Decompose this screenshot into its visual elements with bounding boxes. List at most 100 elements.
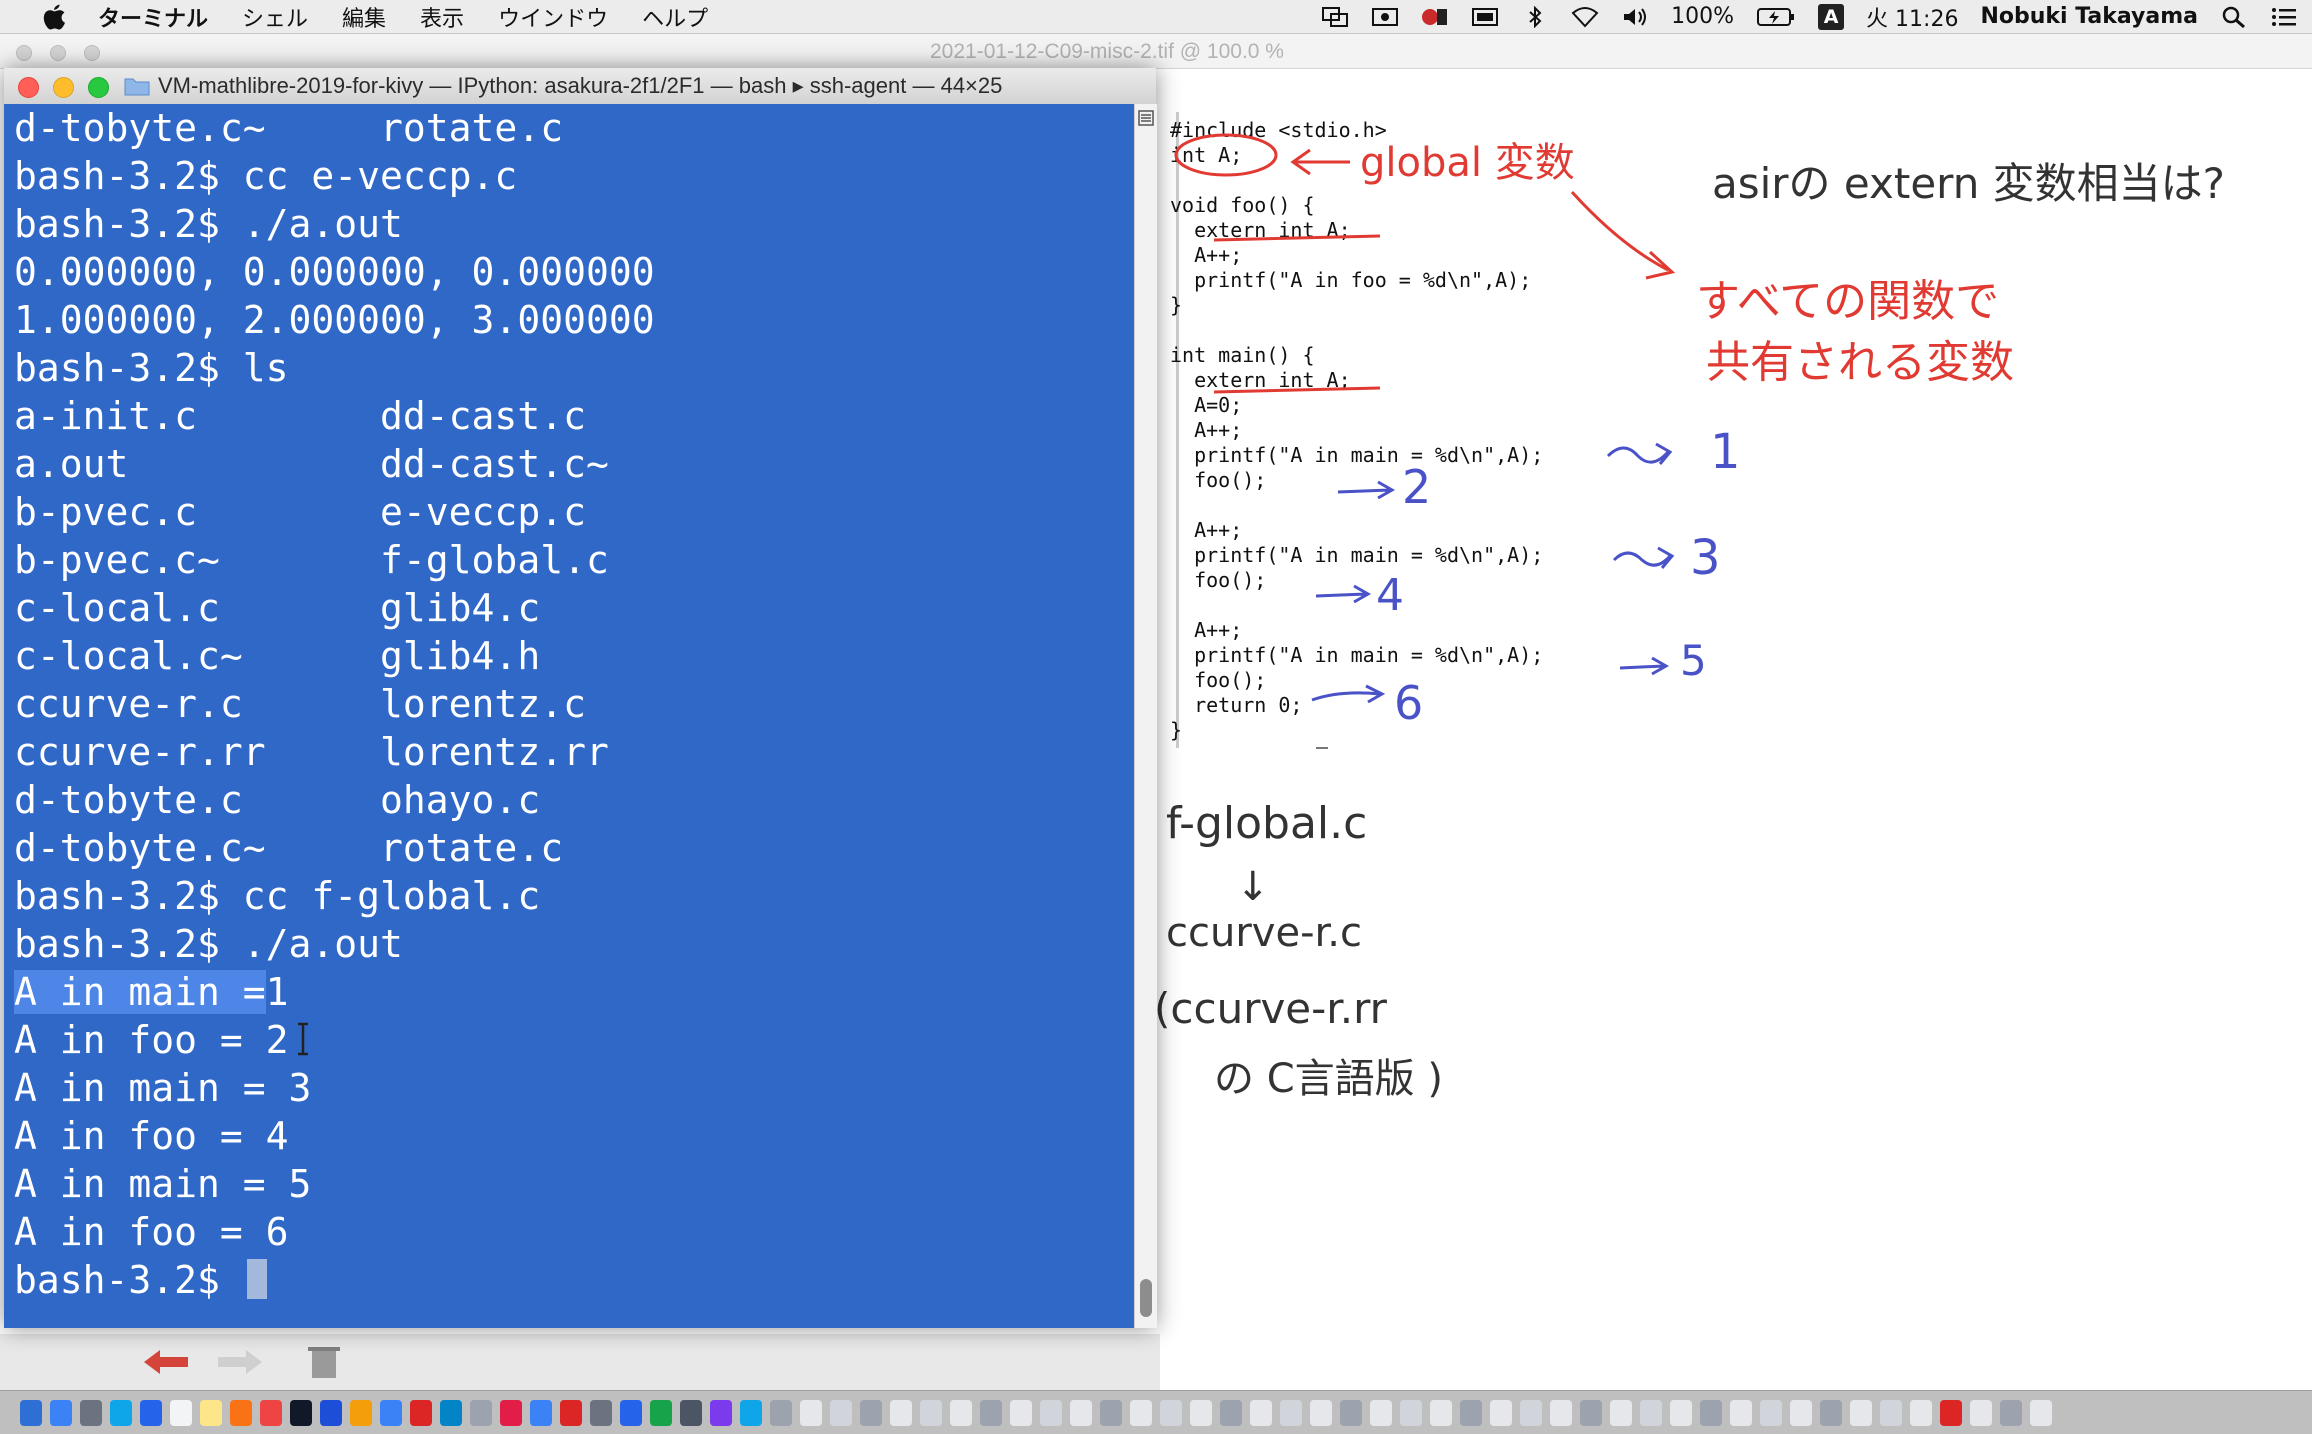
document-icon[interactable] bbox=[800, 1399, 822, 1426]
volume-icon[interactable] bbox=[1621, 6, 1649, 28]
close-button[interactable] bbox=[18, 77, 39, 98]
document-icon[interactable] bbox=[1940, 1399, 1962, 1426]
terminal-output[interactable]: d-tobyte.c~ rotate.c bash-3.2$ cc e-vecc… bbox=[4, 104, 1134, 1328]
app-status-icon[interactable] bbox=[1421, 6, 1449, 28]
document-icon[interactable] bbox=[1550, 1399, 1572, 1426]
document-icon[interactable] bbox=[1910, 1399, 1932, 1426]
document-icon[interactable] bbox=[1490, 1399, 1512, 1426]
document-icon[interactable] bbox=[1220, 1399, 1242, 1426]
photos-icon[interactable] bbox=[230, 1399, 252, 1426]
document-icon[interactable] bbox=[1730, 1399, 1752, 1426]
document-icon[interactable] bbox=[1250, 1399, 1272, 1426]
app-icon[interactable] bbox=[410, 1399, 432, 1426]
document-icon[interactable] bbox=[1970, 1399, 1992, 1426]
menu-view[interactable]: 表示 bbox=[420, 1, 464, 33]
app-icon[interactable] bbox=[470, 1399, 492, 1426]
wifi-icon[interactable] bbox=[1571, 6, 1599, 28]
document-icon[interactable] bbox=[1100, 1399, 1122, 1426]
app-icon[interactable] bbox=[740, 1399, 762, 1426]
terminal-titlebar[interactable]: VM-mathlibre-2019-for-kivy — IPython: as… bbox=[4, 68, 1156, 105]
zoom-button[interactable] bbox=[88, 77, 109, 98]
app-icon[interactable] bbox=[500, 1399, 522, 1426]
menu-app-terminal[interactable]: ターミナル bbox=[98, 1, 208, 33]
notification-center-icon[interactable] bbox=[2270, 6, 2298, 28]
app-icon[interactable] bbox=[260, 1399, 282, 1426]
document-icon[interactable] bbox=[1880, 1399, 1902, 1426]
document-icon[interactable] bbox=[950, 1399, 972, 1426]
menu-window[interactable]: ウインドウ bbox=[498, 1, 608, 33]
screen-share-icon[interactable] bbox=[1321, 6, 1349, 28]
menubar-user-name[interactable]: Nobuki Takayama bbox=[1980, 4, 2198, 29]
forward-arrow-icon[interactable] bbox=[212, 1342, 268, 1382]
split-pane-icon[interactable] bbox=[1138, 110, 1154, 126]
app-icon[interactable] bbox=[350, 1399, 372, 1426]
terminal-prompt-line[interactable]: bash-3.2$ bbox=[14, 1256, 267, 1304]
document-icon[interactable] bbox=[1790, 1399, 1812, 1426]
viewer-window-controls[interactable] bbox=[16, 45, 100, 61]
notes-icon[interactable] bbox=[200, 1399, 222, 1426]
document-icon[interactable] bbox=[1190, 1399, 1212, 1426]
app-icon[interactable] bbox=[770, 1399, 792, 1426]
app-icon[interactable] bbox=[530, 1399, 552, 1426]
minimize-button[interactable] bbox=[53, 77, 74, 98]
finder-icon[interactable] bbox=[20, 1399, 42, 1426]
document-icon[interactable] bbox=[1820, 1399, 1842, 1426]
document-icon[interactable] bbox=[1370, 1399, 1392, 1426]
document-icon[interactable] bbox=[890, 1399, 912, 1426]
document-icon[interactable] bbox=[1010, 1399, 1032, 1426]
app-icon[interactable] bbox=[590, 1399, 612, 1426]
app-icon[interactable] bbox=[440, 1399, 462, 1426]
apple-menu-icon[interactable] bbox=[36, 4, 70, 30]
document-icon[interactable] bbox=[1850, 1399, 1872, 1426]
document-icon[interactable] bbox=[980, 1399, 1002, 1426]
document-icon[interactable] bbox=[860, 1399, 882, 1426]
document-icon[interactable] bbox=[920, 1399, 942, 1426]
trash-dock-icon[interactable] bbox=[2030, 1399, 2052, 1426]
document-icon[interactable] bbox=[1400, 1399, 1422, 1426]
bluetooth-icon[interactable] bbox=[1521, 5, 1549, 28]
app-icon[interactable] bbox=[320, 1399, 342, 1426]
app-icon[interactable] bbox=[680, 1399, 702, 1426]
scrollbar-thumb[interactable] bbox=[1140, 1279, 1152, 1317]
app-icon[interactable] bbox=[620, 1399, 642, 1426]
battery-charging-icon[interactable] bbox=[1756, 6, 1796, 28]
back-arrow-icon[interactable] bbox=[138, 1342, 194, 1382]
document-icon[interactable] bbox=[1610, 1399, 1632, 1426]
app-icon[interactable] bbox=[650, 1399, 672, 1426]
viewer-titlebar[interactable]: 2021-01-12-C09-misc-2.tif @ 100.0 % bbox=[0, 34, 2312, 69]
document-icon[interactable] bbox=[1460, 1399, 1482, 1426]
document-icon[interactable] bbox=[1520, 1399, 1542, 1426]
app-icon[interactable] bbox=[80, 1399, 102, 1426]
document-icon[interactable] bbox=[1280, 1399, 1302, 1426]
terminal-window[interactable]: VM-mathlibre-2019-for-kivy — IPython: as… bbox=[4, 68, 1157, 1328]
trash-icon[interactable] bbox=[296, 1342, 352, 1382]
menu-edit[interactable]: 編集 bbox=[342, 1, 386, 33]
terminal-scrollbar[interactable] bbox=[1134, 104, 1157, 1328]
document-icon[interactable] bbox=[1430, 1399, 1452, 1426]
document-icon[interactable] bbox=[1670, 1399, 1692, 1426]
document-icon[interactable] bbox=[1130, 1399, 1152, 1426]
camera-icon[interactable] bbox=[1371, 6, 1399, 28]
input-source-badge[interactable]: A bbox=[1818, 3, 1845, 30]
document-icon[interactable] bbox=[830, 1399, 852, 1426]
document-icon[interactable] bbox=[1340, 1399, 1362, 1426]
document-icon[interactable] bbox=[1040, 1399, 1062, 1426]
menu-help[interactable]: ヘルプ bbox=[642, 1, 708, 33]
document-icon[interactable] bbox=[2000, 1399, 2022, 1426]
display-icon[interactable] bbox=[1471, 6, 1499, 28]
menubar-clock[interactable]: 火 11:26 bbox=[1866, 1, 1958, 33]
app-icon[interactable] bbox=[560, 1399, 582, 1426]
selected-text[interactable]: A in main = bbox=[14, 970, 266, 1014]
document-icon[interactable] bbox=[1640, 1399, 1662, 1426]
document-icon[interactable] bbox=[1310, 1399, 1332, 1426]
safari-icon[interactable] bbox=[110, 1399, 132, 1426]
terminal-dock-icon[interactable] bbox=[290, 1399, 312, 1426]
calendar-icon[interactable] bbox=[170, 1399, 192, 1426]
document-icon[interactable] bbox=[1580, 1399, 1602, 1426]
document-icon[interactable] bbox=[1760, 1399, 1782, 1426]
launchpad-icon[interactable] bbox=[50, 1399, 72, 1426]
spotlight-search-icon[interactable] bbox=[2220, 6, 2248, 28]
app-icon[interactable] bbox=[710, 1399, 732, 1426]
document-icon[interactable] bbox=[1160, 1399, 1182, 1426]
document-icon[interactable] bbox=[1070, 1399, 1092, 1426]
